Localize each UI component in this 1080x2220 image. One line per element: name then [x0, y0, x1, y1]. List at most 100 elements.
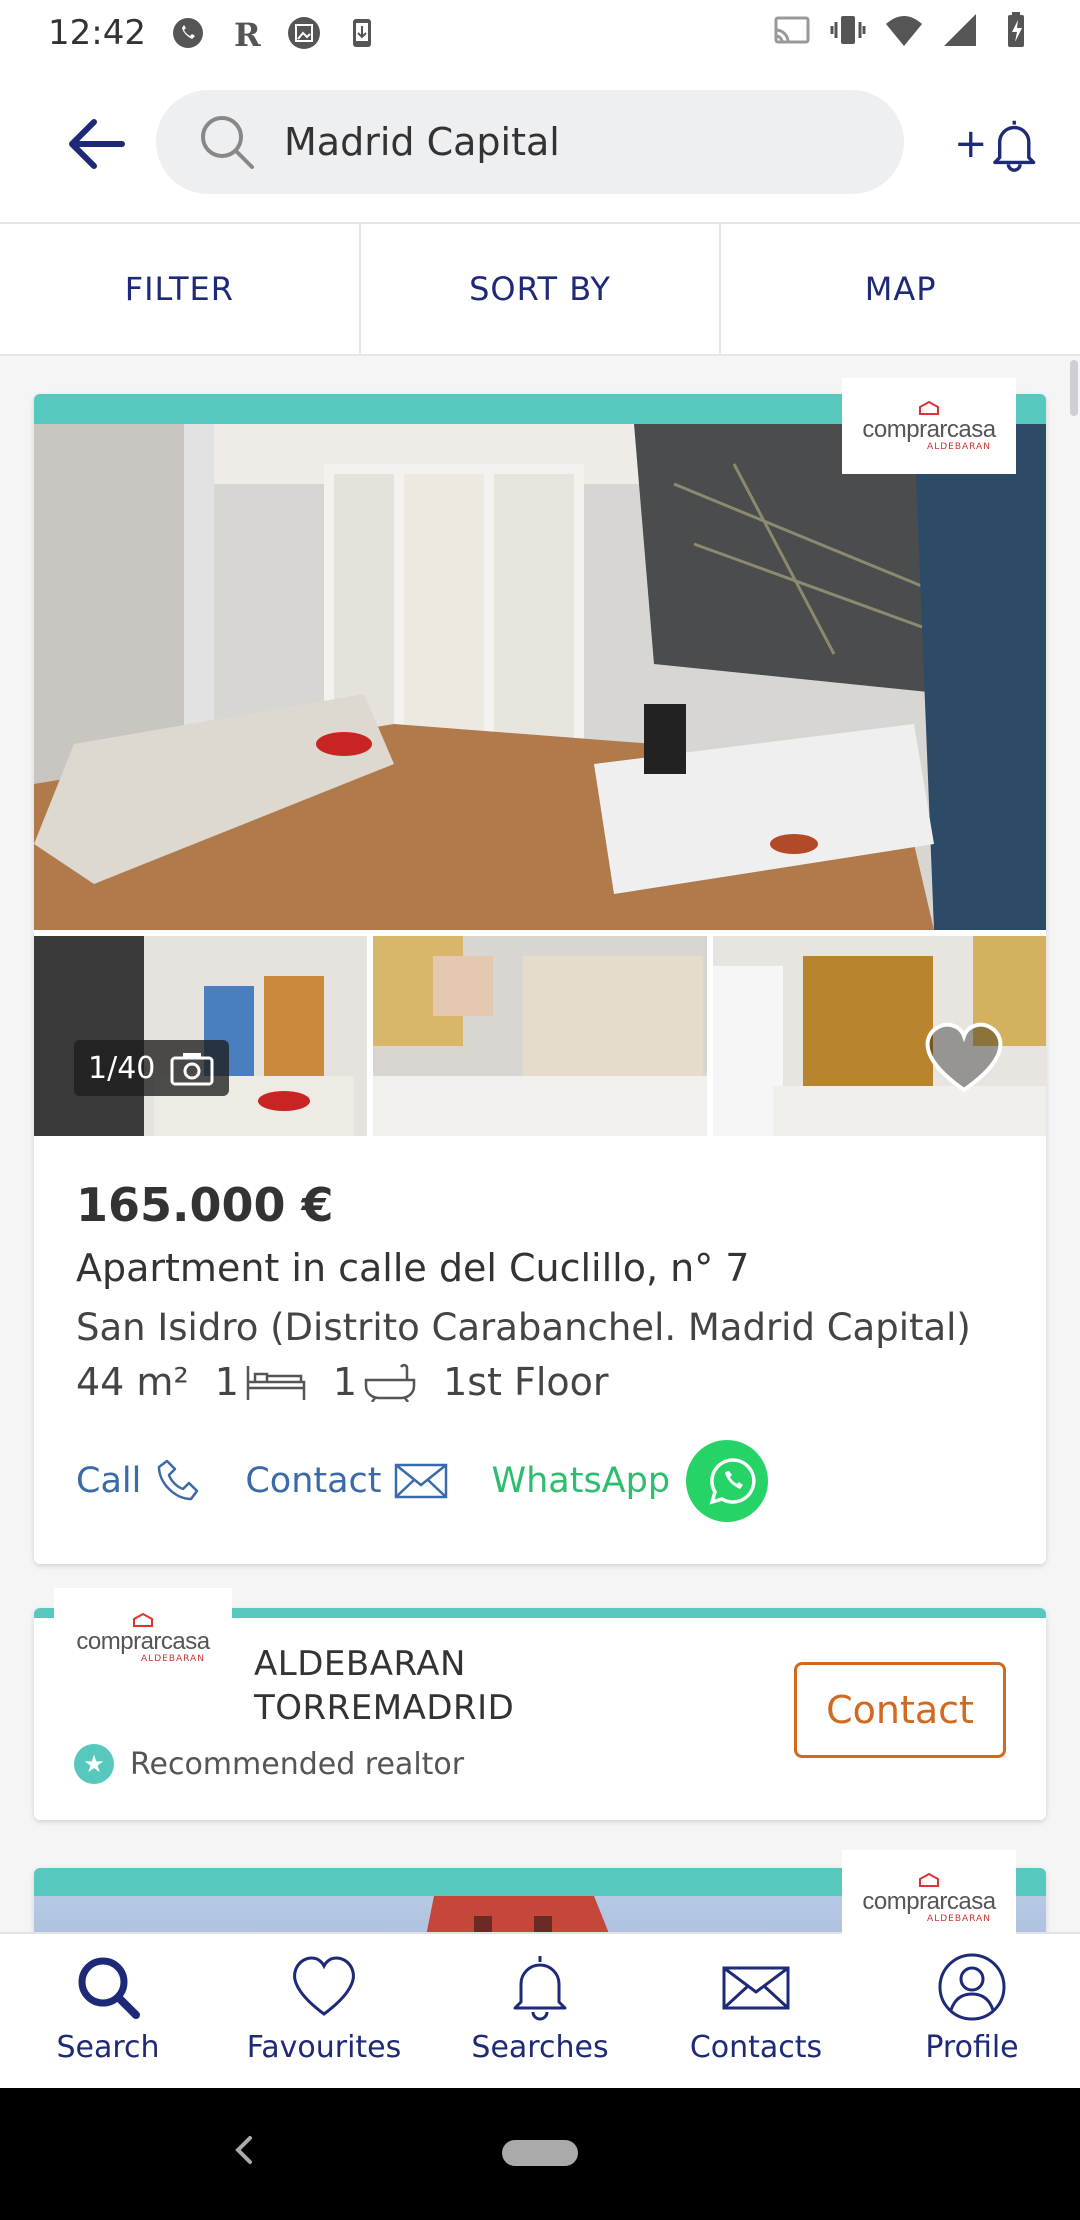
user-icon [938, 1953, 1006, 2021]
agency-logo-subtext: ALDEBARAN [927, 442, 991, 452]
download-notification-icon [342, 13, 382, 53]
status-time: 12:42 [48, 13, 146, 53]
map-tab[interactable]: MAP [719, 224, 1080, 354]
nav-profile[interactable]: Profile [864, 1934, 1080, 2088]
bell-icon [992, 120, 1035, 172]
bell-icon [513, 1956, 567, 2021]
bed-icon [246, 1366, 306, 1400]
area-feature: 44 m² [76, 1360, 189, 1404]
filter-tabs: FILTER SORT BY MAP [0, 222, 1080, 356]
agency-logo-text: comprarcasa [862, 416, 996, 443]
whatsapp-label: WhatsApp [491, 1461, 671, 1501]
back-button[interactable] [64, 112, 128, 176]
thumbnail-2[interactable] [373, 936, 707, 1136]
listing-features: 44 m² 1 1 1st Floor [76, 1360, 635, 1404]
image-notification-icon [284, 13, 324, 53]
whatsapp-button[interactable]: WhatsApp [492, 1440, 769, 1522]
realtor-name[interactable]: ALDEBARAN TORREMADRID [254, 1642, 514, 1730]
house-logo-icon [133, 1612, 153, 1627]
search-field[interactable]: Madrid Capital [156, 90, 904, 194]
bathtub-icon [364, 1363, 416, 1402]
bedrooms-feature: 1 [215, 1360, 307, 1404]
search-input[interactable]: Madrid Capital [284, 120, 560, 164]
house-logo-icon [919, 400, 939, 415]
floor-feature: 1st Floor [443, 1360, 609, 1404]
listing-price: 165.000 € [76, 1178, 334, 1232]
agency-logo-text: comprarcasa [862, 1888, 996, 1915]
nav-profile-label: Profile [925, 2030, 1019, 2065]
area-value: 44 m² [76, 1360, 189, 1404]
envelope-icon [722, 1966, 790, 2010]
wifi-icon [884, 10, 924, 50]
bedrooms-value: 1 [214, 1360, 239, 1404]
nav-searches[interactable]: Searches [432, 1934, 648, 2088]
phone-icon [158, 1459, 199, 1501]
photo-count-text: 1/40 [88, 1050, 156, 1086]
nav-search[interactable]: Search [0, 1934, 216, 2088]
whatsapp-notification-icon [168, 13, 208, 53]
recommended-badge: ★ Recommended realtor [74, 1744, 464, 1784]
filter-tab[interactable]: FILTER [0, 224, 359, 354]
contact-label: Contact [245, 1461, 382, 1501]
nav-favourites[interactable]: Favourites [216, 1934, 432, 2088]
system-back-icon[interactable] [224, 2130, 264, 2170]
whatsapp-icon [686, 1440, 769, 1522]
photo-thumbnails: 1/40 [34, 936, 1046, 1136]
realtor-logo-text: comprarcasa [76, 1628, 210, 1655]
bottom-navigation: Search Favourites Searches Contacts Prof… [0, 1932, 1080, 2088]
thumbnail-3[interactable] [712, 936, 1046, 1136]
cast-icon [772, 10, 812, 50]
call-button[interactable]: Call [76, 1457, 201, 1505]
bathrooms-feature: 1 [333, 1360, 417, 1404]
agency-logo: comprarcasa ALDEBARAN [842, 378, 1016, 474]
listing-card[interactable]: comprarcasa ALDEBARAN 1/40 165.000 € Apa… [34, 378, 1046, 1564]
arrow-left-icon [69, 119, 125, 169]
realtor-name-line2: TORREMADRID [254, 1688, 515, 1728]
sort-by-tab[interactable]: SORT BY [358, 224, 720, 354]
realtor-contact-button[interactable]: Contact [794, 1662, 1006, 1758]
agency-logo: comprarcasa ALDEBARAN [842, 1850, 1016, 1946]
search-icon [201, 116, 254, 169]
nav-favourites-label: Favourites [246, 2030, 402, 2065]
system-home-pill[interactable] [502, 2140, 578, 2166]
notification-icons: R [168, 13, 382, 53]
nav-contacts[interactable]: Contacts [648, 1934, 864, 2088]
status-bar: 12:42 R [0, 0, 1080, 66]
heart-icon [293, 1956, 355, 2016]
bathrooms-value: 1 [332, 1360, 358, 1404]
realtor-logo-subtext: ALDEBARAN [141, 1654, 205, 1664]
plus-label: + [954, 121, 988, 167]
listing-title[interactable]: Apartment in calle del Cuclillo, n° 7 [76, 1246, 749, 1290]
house-logo-icon [919, 1872, 939, 1887]
app-header: Madrid Capital + [0, 66, 1080, 222]
r-app-notification-icon: R [226, 13, 266, 53]
nav-search-label: Search [56, 2030, 160, 2065]
recommended-label: Recommended realtor [130, 1746, 465, 1782]
battery-icon [996, 10, 1036, 50]
system-navigation-bar [0, 2088, 1080, 2220]
scrollbar[interactable] [1070, 360, 1078, 416]
svg-text:R: R [234, 16, 261, 51]
thumbnail-1[interactable]: 1/40 [34, 936, 368, 1136]
main-photo[interactable] [34, 424, 1046, 930]
realtor-card[interactable]: comprarcasa ALDEBARAN ALDEBARAN TORREMAD… [34, 1588, 1046, 1820]
photo-counter: 1/40 [74, 1040, 230, 1096]
envelope-icon [394, 1463, 447, 1499]
create-alert-button[interactable]: + [954, 110, 1038, 178]
nav-contacts-label: Contacts [689, 2030, 823, 2065]
camera-icon [170, 1053, 214, 1086]
realtor-name-line1: ALDEBARAN [254, 1644, 466, 1684]
listing-actions: Call Contact WhatsApp [76, 1440, 769, 1522]
call-label: Call [76, 1461, 142, 1501]
listing-location: San Isidro (Distrito Carabanchel. Madrid… [76, 1306, 971, 1349]
search-icon [78, 1957, 140, 2019]
heart-icon[interactable] [922, 1020, 1006, 1096]
nav-searches-label: Searches [471, 2030, 609, 2065]
cell-signal-icon [940, 10, 980, 50]
system-status-icons [772, 10, 1036, 50]
agency-logo-subtext: ALDEBARAN [927, 1914, 991, 1924]
star-icon: ★ [74, 1744, 114, 1784]
contact-email-button[interactable]: Contact [245, 1461, 447, 1501]
vibrate-icon [828, 10, 868, 50]
realtor-logo: comprarcasa ALDEBARAN [54, 1588, 232, 1688]
